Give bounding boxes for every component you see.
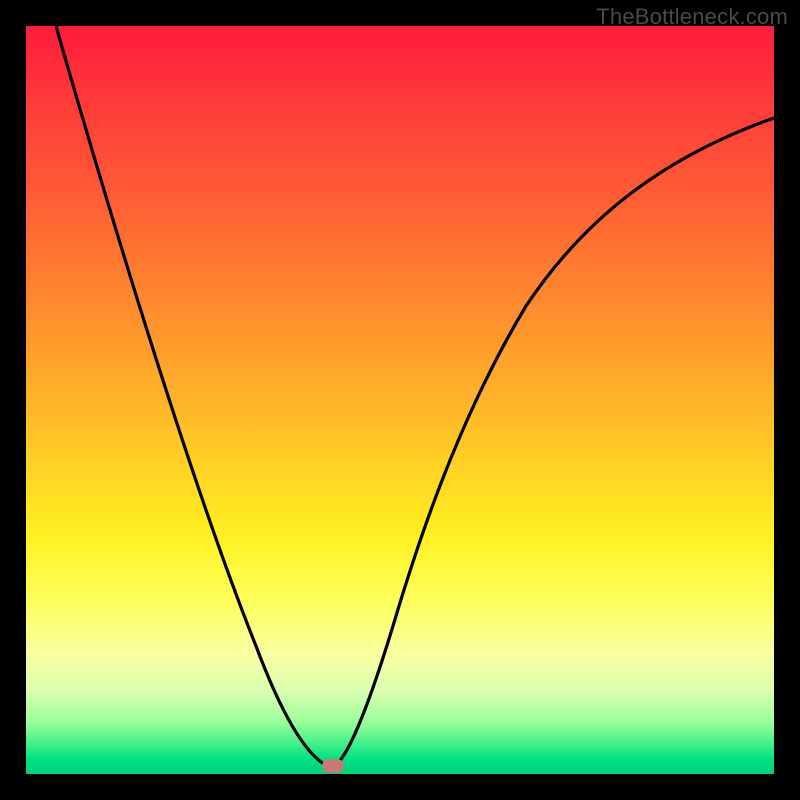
optimal-point-marker [322, 759, 344, 773]
chart-frame: TheBottleneck.com [0, 0, 800, 800]
bottleneck-curve [26, 26, 774, 774]
watermark-text: TheBottleneck.com [596, 4, 788, 30]
chart-plot-area [26, 26, 774, 774]
curve-path [56, 26, 774, 768]
